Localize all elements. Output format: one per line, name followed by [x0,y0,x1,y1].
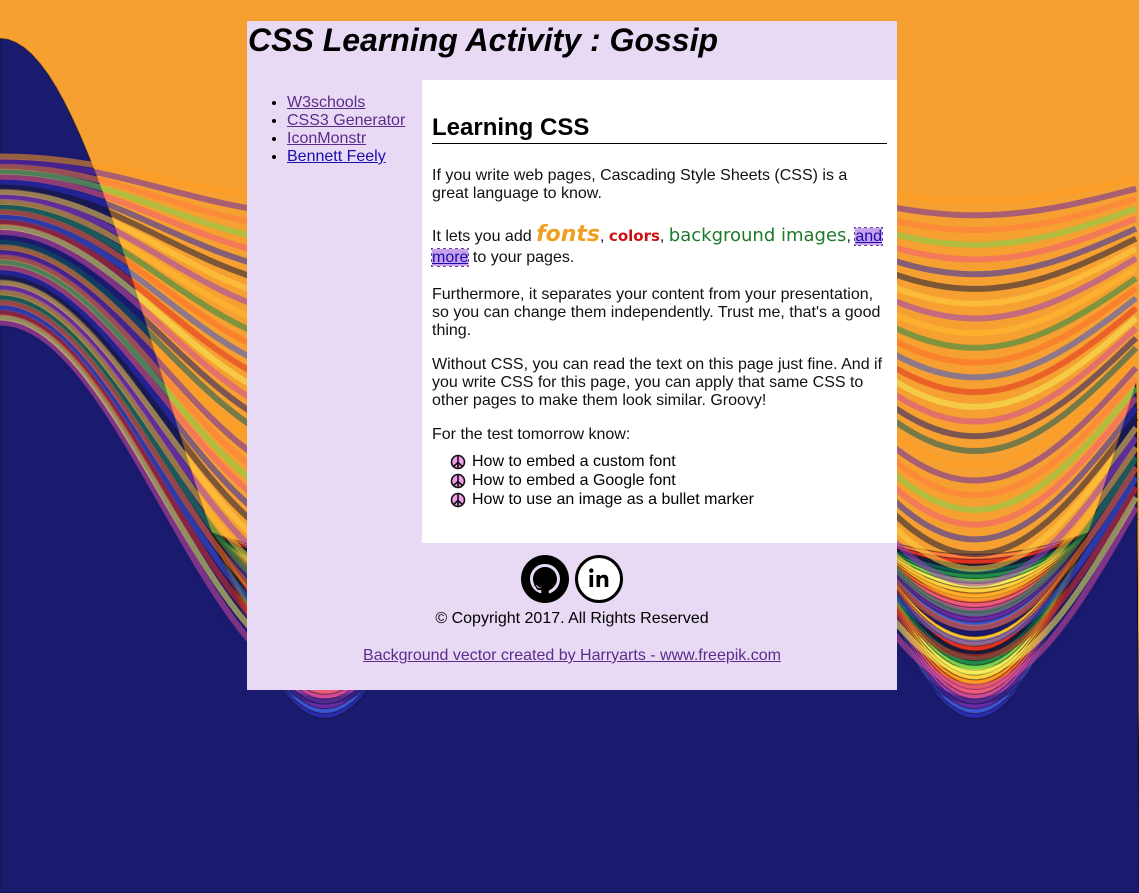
intro-paragraph: If you write web pages, Cascading Style … [432,167,848,202]
peace-sign-icon [450,454,466,469]
sidebar-item-bennett-feely: Bennett Feely [287,148,422,166]
peace-sign-icon [450,473,466,488]
github-icon[interactable] [521,555,569,603]
sidebar-item-css3-generator: CSS3 Generator [287,112,422,130]
list-item: How to embed a Google font [450,471,754,490]
credit-line: Background vector created by Harryarts -… [247,647,897,665]
iconmonstr-link[interactable]: IconMonstr [287,130,366,147]
social-links [247,555,897,603]
linkedin-icon[interactable] [575,555,623,603]
features-paragraph: It lets you add fonts, colors, backgroun… [430,222,887,268]
features-text-start: It lets you add [432,228,537,245]
without-css-paragraph: Without CSS, you can read the text on th… [432,356,883,409]
bennett-feely-link[interactable]: Bennett Feely [287,148,386,165]
section-heading: Learning CSS [432,114,887,144]
css3-generator-link[interactable]: CSS3 Generator [287,112,405,129]
sidebar-item-w3schools: W3schools [287,94,422,112]
separation-paragraph: Furthermore, it separates your content f… [432,286,881,339]
test-topic-label: How to use an image as a bullet marker [472,491,754,508]
test-topic-label: How to embed a Google font [472,472,676,489]
list-item: How to use an image as a bullet marker [450,490,754,509]
w3schools-link[interactable]: W3schools [287,94,365,111]
copyright-text: © Copyright 2017. All Rights Reserved [435,610,709,627]
list-item: How to embed a custom font [450,452,754,471]
page-container: CSS Learning Activity : Gossip W3schools… [247,21,897,690]
fonts-word: fonts [536,222,601,247]
colors-word: colors [608,227,660,245]
test-intro-paragraph: For the test tomorrow know: [432,426,631,443]
main-content: Learning CSS If you write web pages, Cas… [422,80,897,543]
page-title: CSS Learning Activity : Gossip [248,22,719,58]
sidebar-nav: W3schools CSS3 Generator IconMonstr Benn… [247,94,422,166]
peace-sign-icon [450,492,466,507]
test-topic-label: How to embed a custom font [472,453,676,470]
background-images-word: background images [668,225,847,246]
features-text-end: to your pages. [468,249,575,266]
sidebar-item-iconmonstr: IconMonstr [287,130,422,148]
separator: , [659,228,669,245]
background-credit-link[interactable]: Background vector created by Harryarts -… [363,647,781,664]
test-topics-list: How to embed a custom font How to embed … [450,452,754,509]
separator: , [846,228,856,245]
separator: , [600,228,609,245]
page-footer: © Copyright 2017. All Rights Reserved Ba… [247,555,897,664]
